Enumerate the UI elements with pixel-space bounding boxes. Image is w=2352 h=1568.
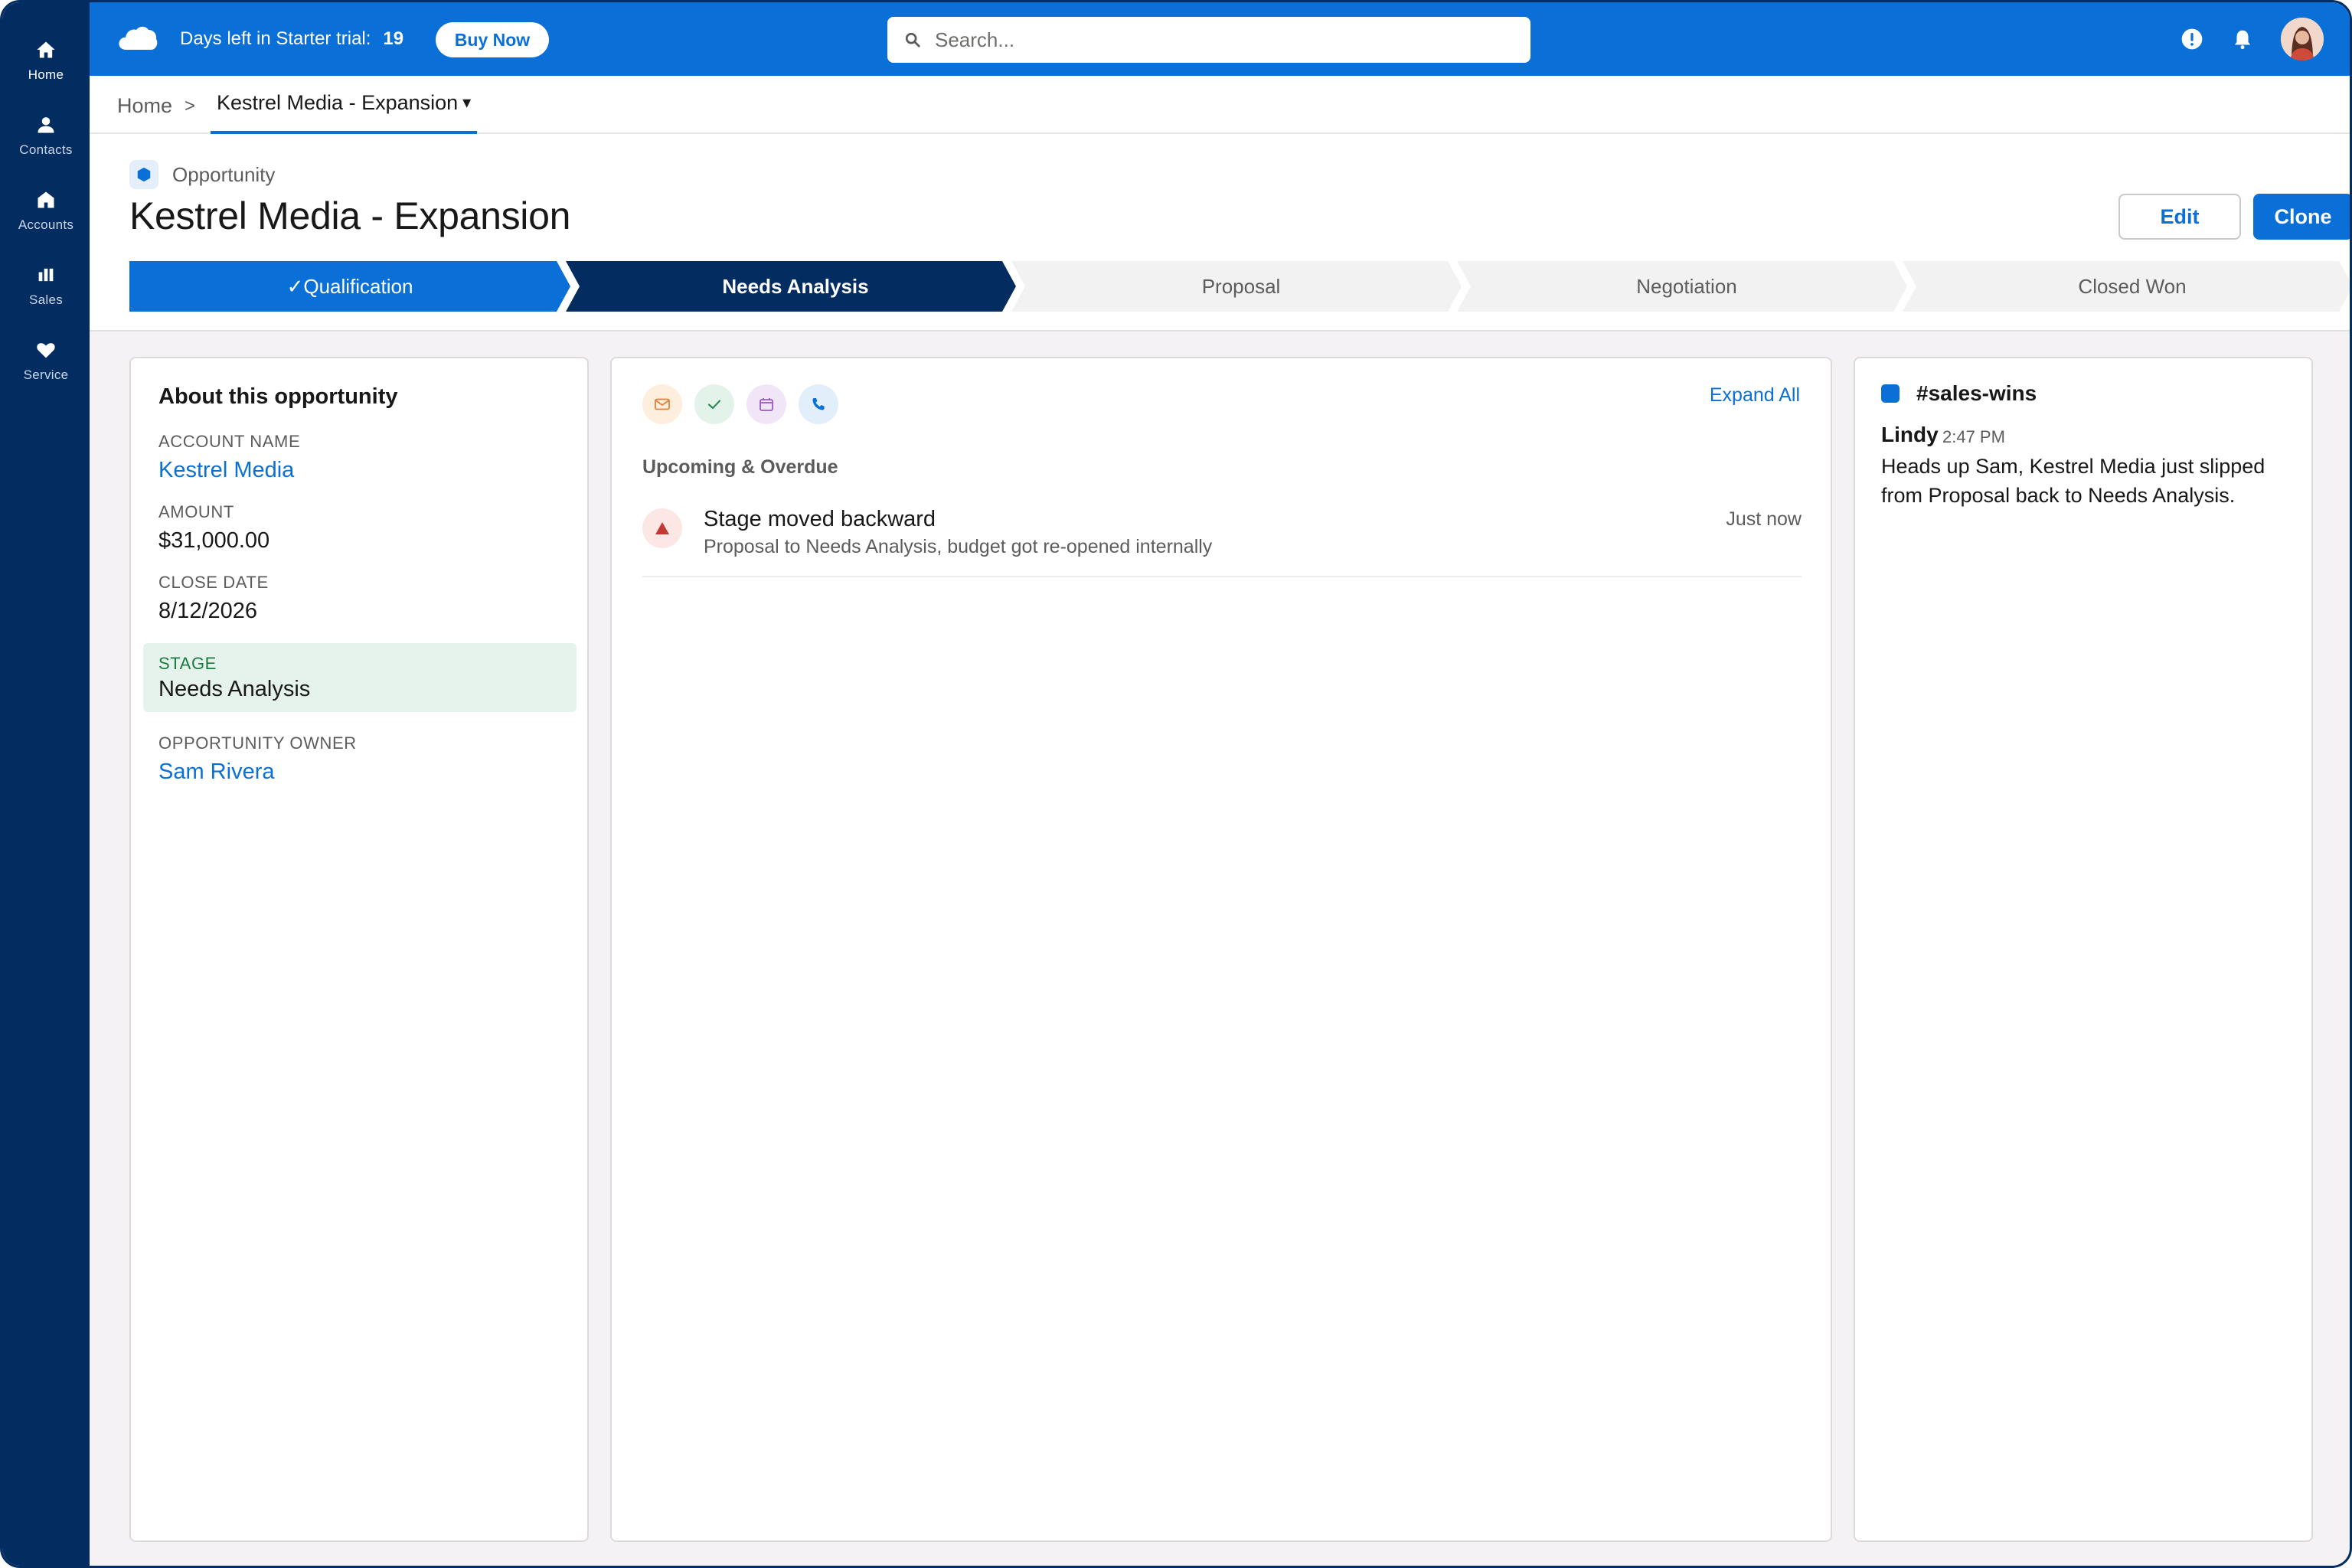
stage-field: STAGE Needs Analysis <box>143 643 577 712</box>
tab-bar: Home > Kestrel Media - Expansion ▾ <box>90 76 2350 134</box>
activity-time: Just now <box>1726 508 1802 530</box>
search-input[interactable] <box>935 28 1517 52</box>
nav-label-service: Service <box>23 368 69 382</box>
nav-label-sales: Sales <box>28 292 64 307</box>
nav-label-accounts: Accounts <box>18 217 74 232</box>
path-step-label: Negotiation <box>1636 275 1737 298</box>
page-title: Kestrel Media - Expansion <box>129 194 571 237</box>
user-avatar[interactable] <box>2281 18 2324 60</box>
nav-item-contacts[interactable]: Contacts <box>2 97 90 172</box>
nav-item-accounts[interactable]: Accounts <box>2 172 90 247</box>
global-header: Days left in Starter trial: 19 Buy Now <box>90 2 2350 76</box>
account-name-label: ACCOUNT NAME <box>158 432 301 451</box>
path-step-label: Proposal <box>1202 275 1281 298</box>
close-date-field: CLOSE DATE 8/12/2026 <box>158 573 269 624</box>
header-actions <box>2180 18 2324 60</box>
bell-icon[interactable] <box>2230 27 2255 51</box>
nav-label-contacts: Contacts <box>19 142 73 157</box>
cloud-logo-icon[interactable] <box>117 24 158 51</box>
home-icon <box>33 37 59 63</box>
path-step-label: ✓Qualification <box>287 275 413 298</box>
owner-field: OPPORTUNITY OWNER Sam Rivera <box>158 733 357 785</box>
about-panel: About this opportunity ACCOUNT NAME Kest… <box>129 357 589 1542</box>
path-step-complete[interactable]: ✓Qualification <box>129 261 570 312</box>
owner-link[interactable]: Sam Rivera <box>158 760 357 785</box>
stage-label: STAGE <box>158 654 217 673</box>
object-type-label: Opportunity <box>172 163 276 186</box>
edit-button[interactable]: Edit <box>2118 194 2241 240</box>
tab-current-record[interactable]: Kestrel Media - Expansion ▾ <box>211 91 478 134</box>
building-icon <box>33 187 59 213</box>
record-header: Opportunity Kestrel Media - Expansion Ed… <box>90 134 2350 332</box>
breadcrumb-home-link[interactable]: Home <box>117 94 172 118</box>
owner-label: OPPORTUNITY OWNER <box>158 733 357 753</box>
stage-path-chevrons: ✓Qualification Needs Analysis Proposal Nego… <box>129 261 2352 312</box>
activity-title: Stage moved backward <box>704 507 936 531</box>
amount-value: $31,000.00 <box>158 528 270 553</box>
calendar-icon[interactable] <box>746 384 786 424</box>
opportunity-icon <box>129 160 158 189</box>
buy-now-button[interactable]: Buy Now <box>436 22 549 57</box>
activity-panel: Expand All Upcoming & Overdue Stage move… <box>610 357 1832 1542</box>
warning-triangle-icon <box>642 508 682 548</box>
email-icon[interactable] <box>642 384 682 424</box>
person-icon <box>33 112 59 138</box>
path-step-label: Needs Analysis <box>722 275 868 298</box>
message-text: Heads up Sam, Kestrel Media just slipped… <box>1881 455 2265 507</box>
nav-label-home: Home <box>28 67 64 82</box>
activity-item[interactable]: Stage moved backward Proposal to Needs A… <box>642 504 1802 577</box>
message-time: 2:47 PM <box>1942 427 2005 446</box>
search-icon <box>904 31 921 48</box>
task-check-icon[interactable] <box>694 384 734 424</box>
left-nav: Home Contacts Accounts Sales Service <box>2 2 90 1566</box>
account-name-field: ACCOUNT NAME Kestrel Media <box>158 432 300 483</box>
path-step-incomplete[interactable]: Negotiation <box>1457 261 1907 312</box>
trial-days-count: 19 <box>383 28 404 49</box>
trial-label: Days left in Starter trial: <box>180 28 371 49</box>
alert-icon[interactable] <box>2180 27 2204 51</box>
message-author: Lindy <box>1881 423 1939 446</box>
nav-item-service[interactable]: Service <box>2 322 90 397</box>
stage-path: ✓Qualification Needs Analysis Proposal Nego… <box>129 261 2352 312</box>
clone-button[interactable]: Clone <box>2253 194 2350 240</box>
amount-label: AMOUNT <box>158 502 234 521</box>
breadcrumb-separator: > <box>185 96 196 116</box>
heart-icon <box>33 337 59 363</box>
path-step-incomplete[interactable]: Closed Won <box>1903 261 2352 312</box>
tab-current-label: Kestrel Media - Expansion <box>217 91 459 114</box>
channel-header[interactable]: #sales-wins <box>1881 381 2037 406</box>
activity-actions <box>642 384 838 424</box>
nav-item-home[interactable]: Home <box>2 22 90 97</box>
amount-field: AMOUNT $31,000.00 <box>158 502 270 554</box>
phone-icon[interactable] <box>799 384 838 424</box>
nav-item-sales[interactable]: Sales <box>2 247 90 322</box>
account-name-link[interactable]: Kestrel Media <box>158 458 300 483</box>
path-step-label: Closed Won <box>2078 275 2186 298</box>
close-date-value: 8/12/2026 <box>158 599 258 623</box>
stage-value: Needs Analysis <box>158 677 311 701</box>
path-step-incomplete[interactable]: Proposal <box>1011 261 1462 312</box>
channel-square-icon <box>1881 384 1900 403</box>
close-date-label: CLOSE DATE <box>158 573 269 592</box>
slack-panel: #sales-wins Lindy 2:47 PM Heads up Sam, … <box>1854 357 2313 1542</box>
chevron-down-icon[interactable]: ▾ <box>462 93 471 113</box>
about-title: About this opportunity <box>158 384 398 409</box>
app-window: Home Contacts Accounts Sales Service Day… <box>0 0 2352 1568</box>
bar-chart-icon <box>33 262 59 288</box>
upcoming-overdue-heading: Upcoming & Overdue <box>642 456 838 478</box>
trial-notice: Days left in Starter trial: 19 <box>180 28 403 50</box>
channel-name: #sales-wins <box>1916 381 2037 405</box>
path-step-current[interactable]: Needs Analysis <box>566 261 1016 312</box>
expand-all-link[interactable]: Expand All <box>1710 384 1800 407</box>
global-search[interactable] <box>887 17 1530 63</box>
activity-subtitle: Proposal to Needs Analysis, budget got r… <box>704 536 1213 557</box>
